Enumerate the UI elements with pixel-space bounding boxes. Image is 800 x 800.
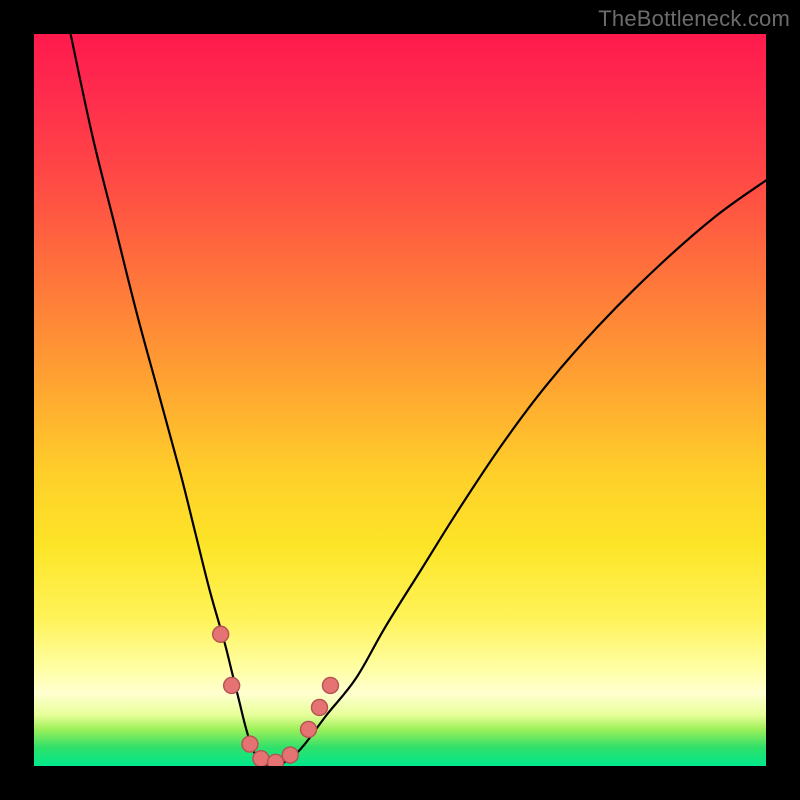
curve-overlay — [34, 34, 766, 766]
bottleneck-curve — [71, 34, 766, 766]
curve-marker — [282, 747, 298, 763]
curve-marker — [253, 751, 269, 766]
watermark-text: TheBottleneck.com — [598, 6, 790, 32]
curve-marker — [224, 677, 240, 693]
curve-marker — [213, 626, 229, 642]
curve-marker — [268, 754, 284, 766]
curve-marker — [301, 721, 317, 737]
curve-marker — [242, 736, 258, 752]
curve-marker — [322, 677, 338, 693]
curve-marker — [311, 699, 327, 715]
curve-markers — [213, 626, 339, 766]
plot-area — [34, 34, 766, 766]
outer-frame: TheBottleneck.com — [0, 0, 800, 800]
